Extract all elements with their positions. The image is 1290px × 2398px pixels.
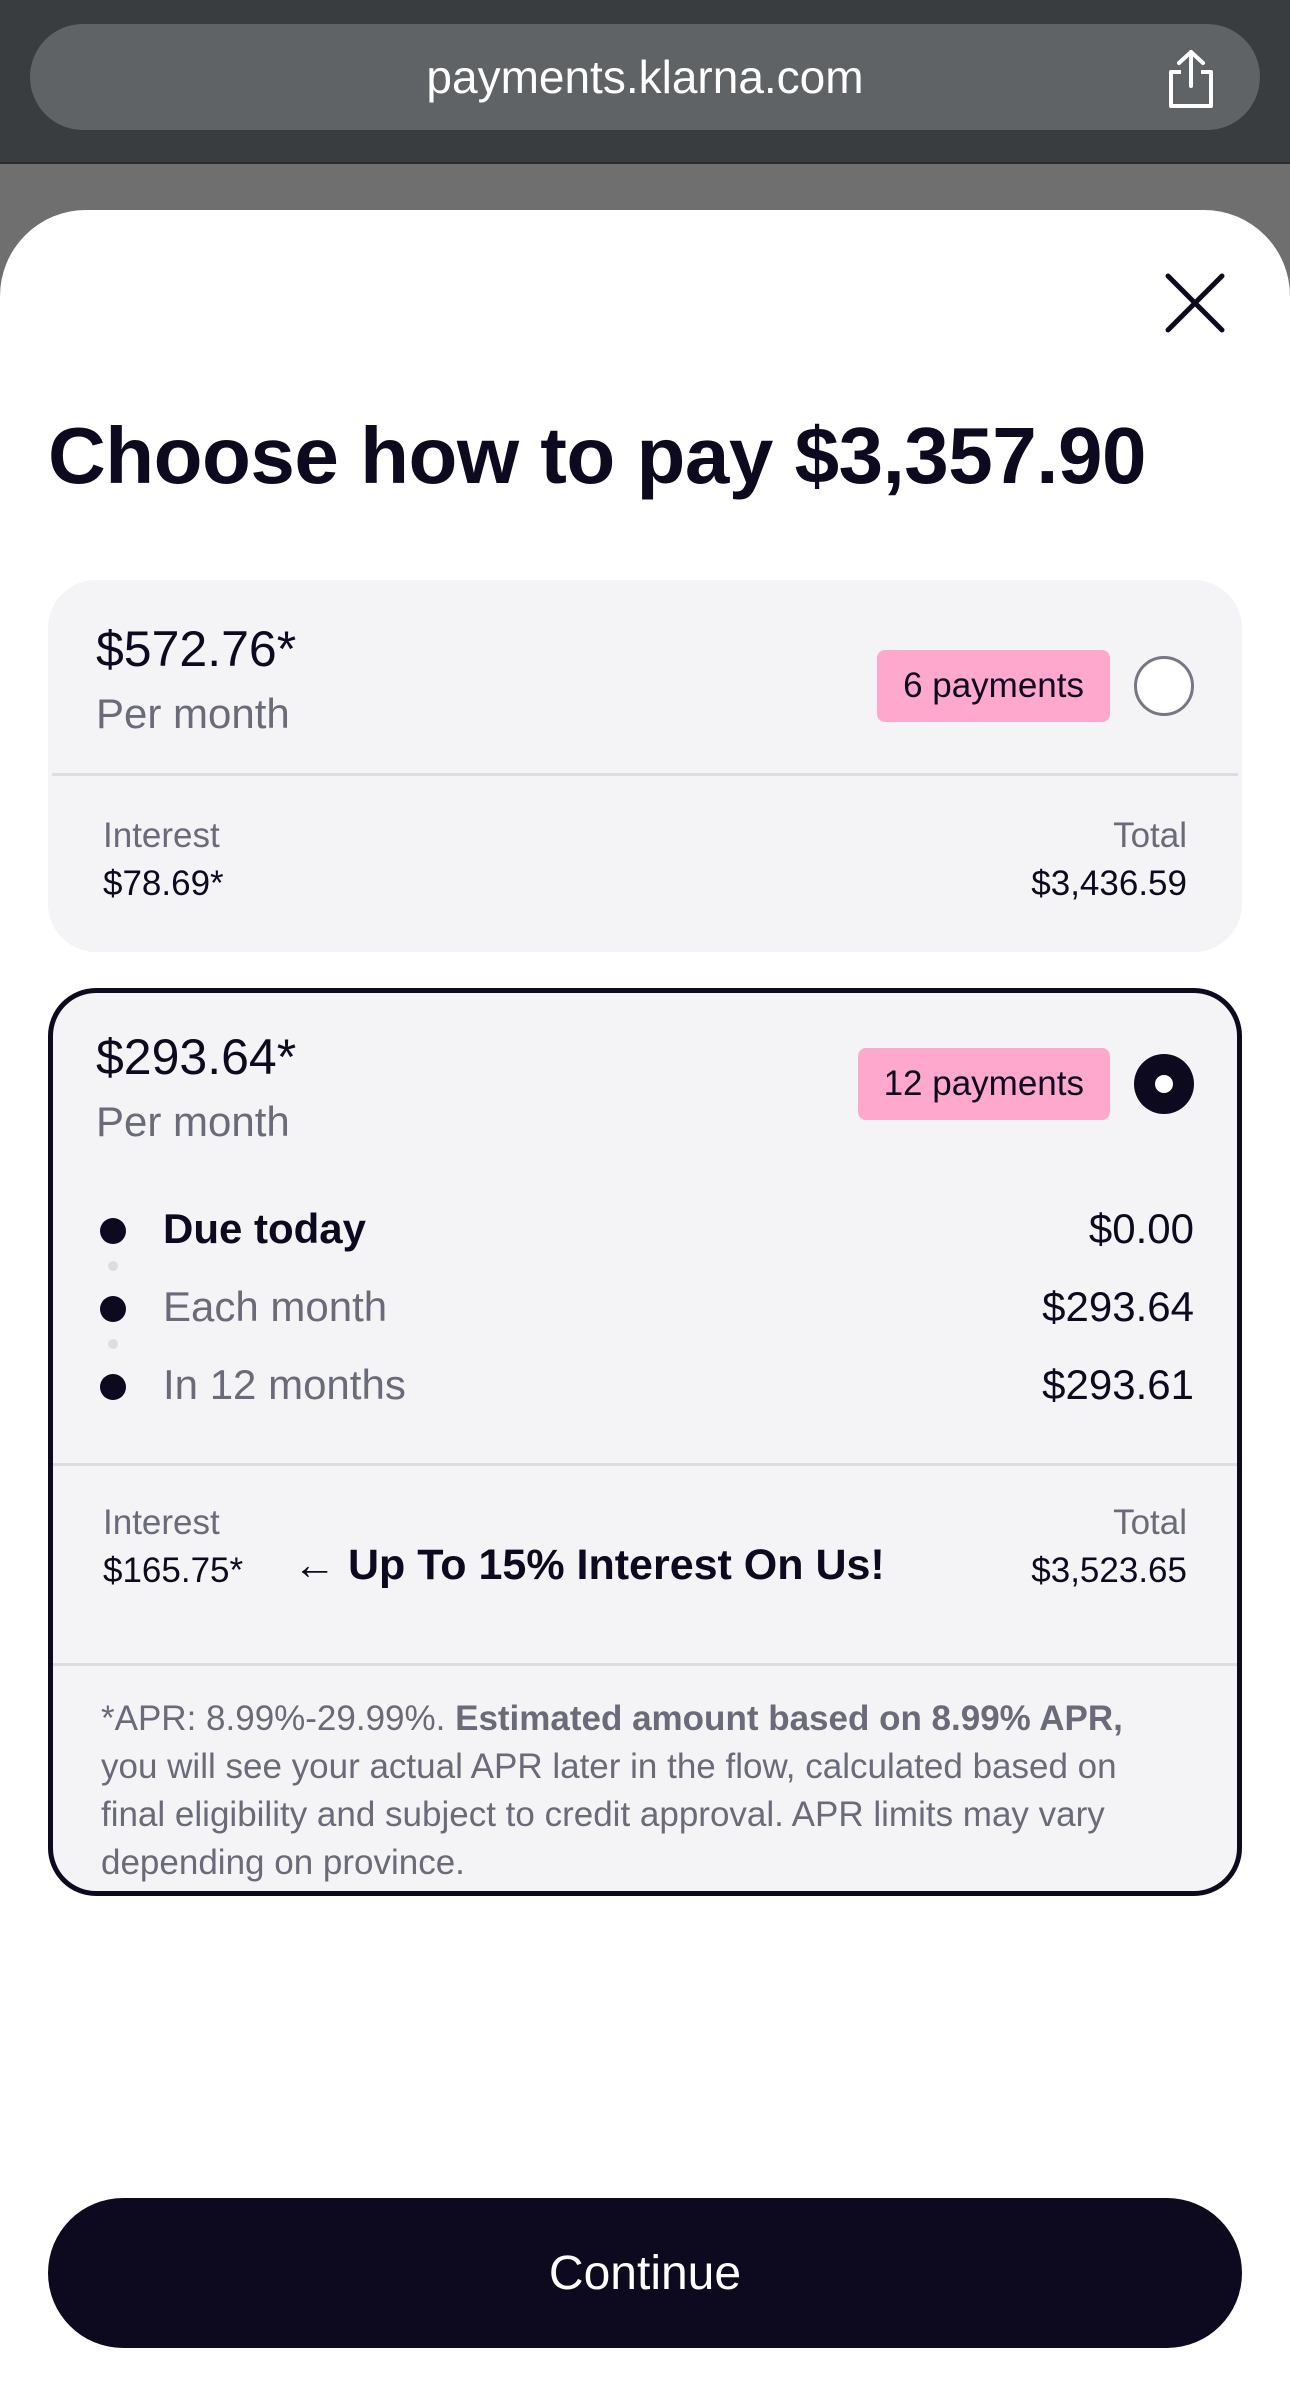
monthly-amount: $572.76* (96, 621, 297, 677)
timeline-connector (108, 1339, 118, 1349)
schedule-label: Due today (163, 1205, 367, 1252)
apr-disclaimer: *APR: 8.99%-29.99%. Estimated amount bas… (101, 1695, 1161, 1887)
payment-option-12[interactable]: $293.64* Per month 12 payments Due today… (48, 988, 1242, 1896)
total-label: Total (1113, 816, 1187, 855)
schedule-value: $293.61 (1042, 1361, 1194, 1408)
divider (52, 773, 1238, 776)
payment-options-sheet: Choose how to pay $3,357.90 $572.76* Per… (0, 210, 1290, 2398)
disclaimer-bold: Estimated amount based on 8.99% APR, (455, 1699, 1123, 1738)
interest-value: $165.75* (103, 1551, 244, 1590)
per-month-label: Per month (96, 1098, 290, 1145)
close-icon[interactable] (1162, 270, 1228, 336)
payment-option-6[interactable]: $572.76* Per month 6 payments Interest $… (48, 580, 1242, 952)
divider (53, 1663, 1237, 1666)
schedule-dot (100, 1218, 126, 1244)
url-text: payments.klarna.com (426, 51, 864, 103)
interest-value: $78.69* (103, 864, 224, 903)
total-label: Total (1113, 1503, 1187, 1542)
divider (53, 1463, 1237, 1466)
option-radio-selected[interactable] (1134, 1054, 1194, 1114)
disclaimer-text: you will see your actual APR later in th… (101, 1747, 1117, 1882)
disclaimer-text: *APR: 8.99%-29.99%. (101, 1699, 456, 1738)
interest-label: Interest (103, 1503, 220, 1542)
schedule-dot (100, 1296, 126, 1322)
share-icon[interactable] (1162, 48, 1220, 110)
total-value: $3,523.65 (1031, 1551, 1187, 1590)
continue-button[interactable]: Continue (48, 2198, 1242, 2348)
payments-badge: 12 payments (857, 1048, 1110, 1120)
interest-label: Interest (103, 816, 220, 855)
schedule-value: $0.00 (1088, 1205, 1194, 1252)
promo-text: ← Up To 15% Interest On Us! (293, 1541, 885, 1589)
schedule-value: $293.64 (1042, 1283, 1194, 1330)
browser-address-bar: payments.klarna.com (0, 0, 1290, 164)
monthly-amount: $293.64* (96, 1029, 297, 1085)
per-month-label: Per month (96, 690, 290, 737)
total-value: $3,436.59 (1031, 864, 1187, 903)
schedule-dot (100, 1374, 126, 1400)
schedule-label: Each month (163, 1283, 388, 1330)
option-radio[interactable] (1134, 656, 1194, 716)
payments-badge: 6 payments (877, 650, 1110, 722)
page-title: Choose how to pay $3,357.90 (48, 411, 1146, 500)
schedule-label: In 12 months (163, 1361, 406, 1408)
timeline-connector (108, 1261, 118, 1271)
url-field[interactable]: payments.klarna.com (30, 24, 1260, 130)
